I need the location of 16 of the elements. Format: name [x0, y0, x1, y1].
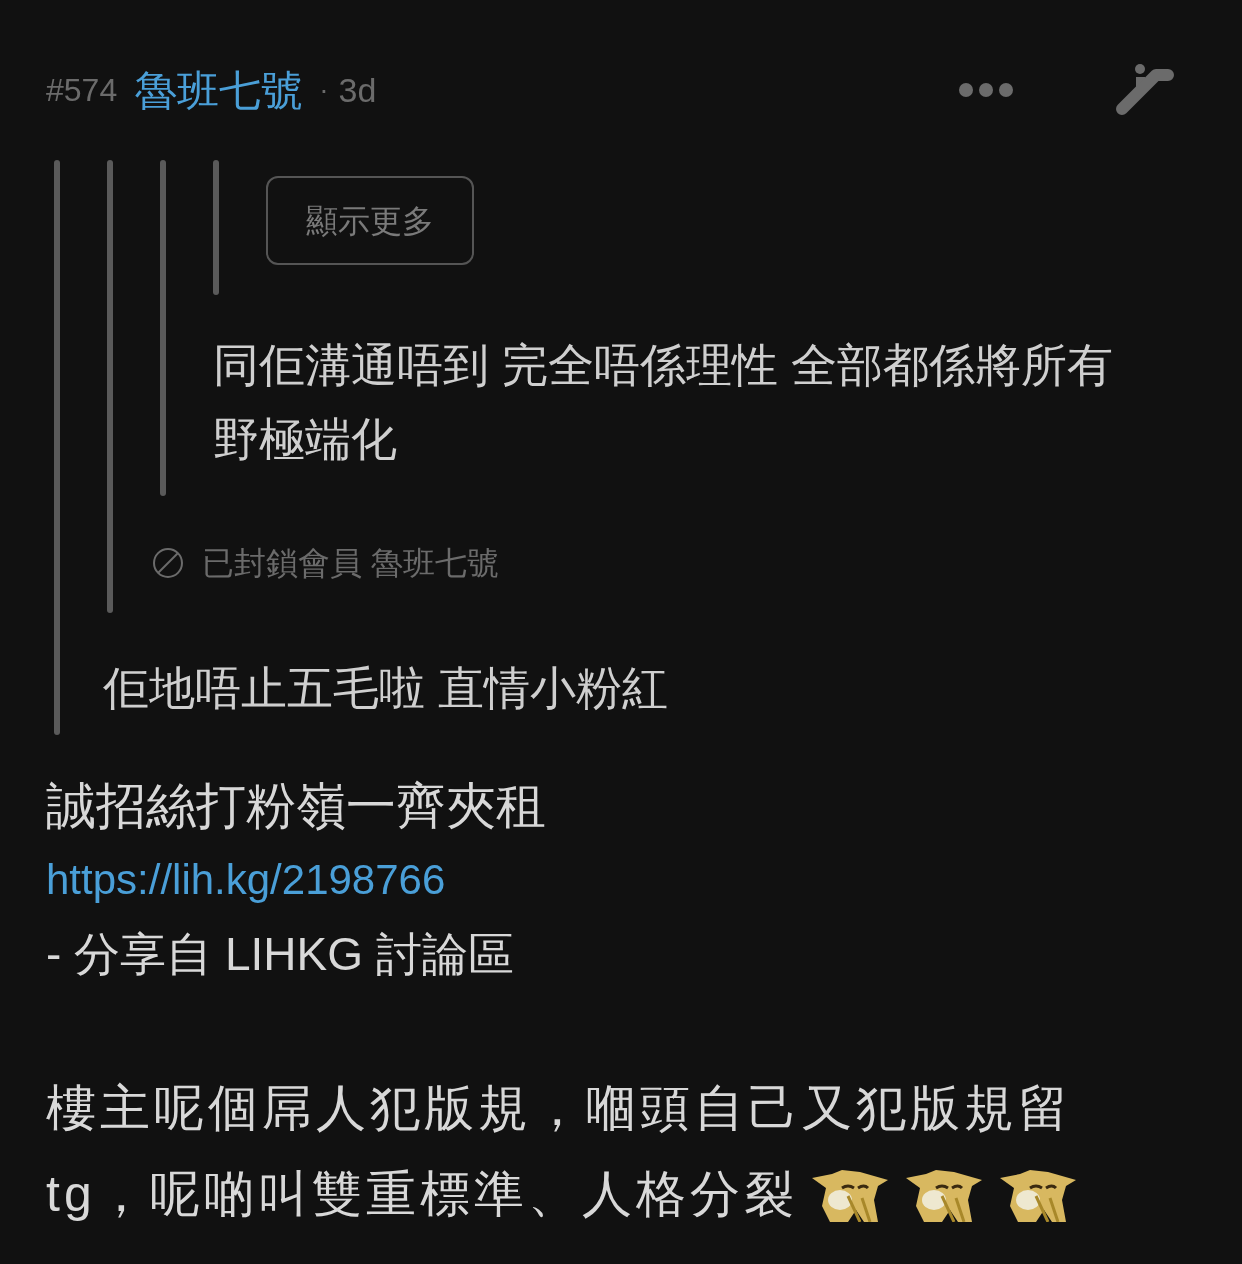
post-link[interactable]: https://lih.kg/2198766	[46, 843, 446, 917]
quote-text: 佢地唔止五毛啦 直情小粉紅	[103, 661, 669, 716]
quote-text: 同佢溝通唔到 完全唔係理性 全部都係將所有野極端化	[213, 338, 1114, 467]
post-time: 3d	[338, 69, 377, 111]
more-options-icon[interactable]	[958, 82, 1014, 98]
blocked-member-notice: 已封鎖會員 魯班七號	[202, 544, 499, 583]
escalator-icon[interactable]	[1116, 63, 1174, 117]
post-text: tg，呢啲叫雙重標準、人格分裂	[46, 1165, 798, 1224]
post-number: #574	[46, 71, 118, 110]
show-more-button[interactable]: 顯示更多	[266, 176, 474, 265]
author-name[interactable]: 魯班七號	[135, 58, 304, 122]
post-text: 樓主呢個屌人犯版規，嗰頭自己又犯版規留	[46, 1079, 1072, 1138]
share-text: - 分享自 LIHKG 討論區	[46, 927, 514, 982]
separator-dot: ·	[319, 73, 329, 107]
blocked-icon	[152, 547, 184, 579]
post-text: 誠招絲打粉嶺一齊夾租	[46, 777, 546, 836]
